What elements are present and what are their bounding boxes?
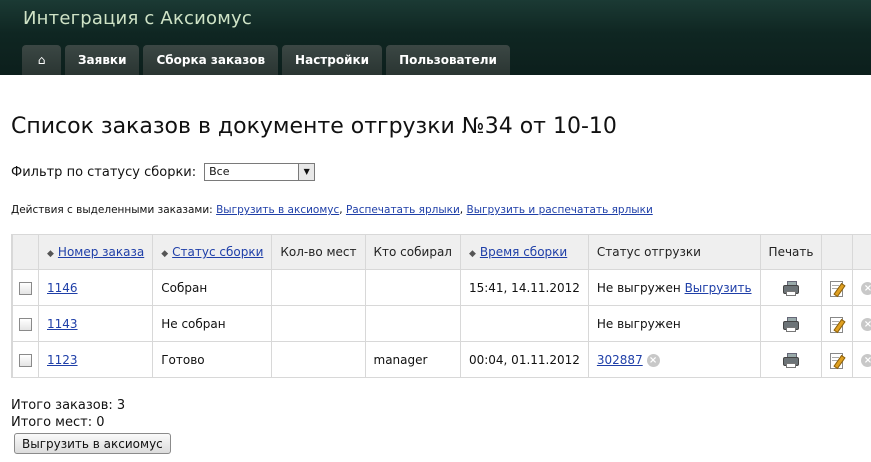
build-status-cell: Не собран [152,305,273,342]
edit-icon[interactable] [830,316,847,333]
orders-table: ◆ Номер заказа ◆ Статус сборки Кол-во мест… [11,234,871,378]
bulk-actions: Действия с выделенными заказами: Выгрузи… [11,204,653,216]
totals: Итого заказов: 3 Итого мест: 0 [11,397,125,431]
table-row: 1143 Не собран Не выгружен × [11,305,871,342]
sort-arrows-icon: ◆ [161,249,169,259]
select-header [12,234,39,270]
total-orders: Итого заказов: 3 [11,398,126,413]
select-cell [12,341,39,378]
order-number-header[interactable]: ◆ Номер заказа [37,234,154,270]
nav-tab-requests[interactable]: Заявки [65,45,140,75]
order-number-link[interactable]: 1143 [47,317,78,331]
print-header: Печать [759,234,823,270]
edit-cell [821,305,854,342]
edit-cell [821,269,854,306]
build-time-cell: 15:41, 14.11.2012 [459,269,589,306]
filter-label: Фильтр по статусу сборки: [11,164,197,180]
export-row-link[interactable]: Выгрузить [685,281,752,295]
build-status-header[interactable]: ◆ Статус сборки [152,234,273,270]
build-time-cell [459,305,589,342]
delete-icon[interactable]: × [861,353,871,367]
edit-icon[interactable] [830,280,847,297]
places-cell [271,341,366,378]
build-time-cell: 00:04, 01.11.2012 [459,341,589,378]
build-status-cell: Собран [152,269,273,306]
table-row: 1146 Собран 15:41, 14.11.2012 Не выгружен В… [11,269,871,306]
ship-status-text: Не выгружен [596,316,681,331]
table-header-row: ◆ Номер заказа ◆ Статус сборки Кол-во мест… [11,234,871,270]
delete-icon[interactable]: × [861,317,871,331]
main-nav: ⌂ Заявки Сборка заказов Настройки Пользо… [22,45,510,75]
page-title: Список заказов в документе отгрузки №34 … [11,114,617,139]
filter-select[interactable]: Все ▼ [204,163,316,181]
printer-icon[interactable] [783,316,799,332]
ship-status-cell: Не выгружен Выгрузить [587,269,761,306]
edit-icon[interactable] [830,352,847,369]
home-icon: ⌂ [37,53,46,67]
places-header: Кол-во мест [271,234,366,270]
ship-doc-link[interactable]: 302887 [597,353,643,367]
select-cell [12,305,39,342]
status-filter: Фильтр по статусу сборки: Все ▼ [11,163,316,181]
app-title: Интеграция с Аксиомус [23,8,252,29]
order-number-cell: 1143 [37,305,154,342]
ship-status-cell: Не выгружен [587,305,761,342]
export-link[interactable]: Выгрузить в аксиомус [216,204,339,216]
order-number-link[interactable]: 1146 [47,281,78,295]
printer-icon[interactable] [783,280,799,296]
collector-cell: manager [364,341,461,378]
order-number-link[interactable]: 1123 [47,353,78,367]
printer-icon[interactable] [783,352,799,368]
print-cell [759,305,823,342]
export-button[interactable]: Выгрузить в аксиомус [14,433,171,454]
total-places: Итого мест: 0 [11,415,105,430]
build-time-header[interactable]: ◆ Время сборки [459,234,589,270]
top-header: Интеграция с Аксиомус ⌂ Заявки Сборка за… [0,0,871,75]
ship-status-text: Не выгружен [596,280,681,295]
places-cell [271,269,366,306]
delete-cell: × [852,269,871,306]
select-cell [12,269,39,306]
table-row: 1123 Готово manager 00:04, 01.11.2012 302887… [11,341,871,378]
chevron-down-icon[interactable]: ▼ [298,164,315,180]
nav-tab-settings[interactable]: Настройки [282,45,383,75]
ship-status-cell: 302887 × [587,341,761,378]
row-checkbox[interactable] [19,317,32,331]
build-status-cell: Готово [152,341,273,378]
collector-cell [364,269,461,306]
print-cell [759,269,823,306]
order-number-cell: 1146 [37,269,154,306]
edit-header [821,234,854,270]
delete-cell: × [852,341,871,378]
delete-header [852,234,871,270]
places-cell [271,305,366,342]
nav-tab-order-assembly[interactable]: Сборка заказов [143,45,279,75]
order-number-cell: 1123 [37,341,154,378]
filter-selected-value: Все [209,165,230,178]
row-checkbox[interactable] [19,353,32,367]
bulk-actions-label: Действия с выделенными заказами: [11,204,213,216]
ship-status-header: Статус отгрузки [587,234,761,270]
sort-arrows-icon: ◆ [468,249,476,259]
collector-cell [364,305,461,342]
export-and-print-link[interactable]: Выгрузить и распечатать ярлыки [466,204,652,216]
print-cell [759,341,823,378]
collector-header: Кто собирал [364,234,461,270]
print-labels-link[interactable]: Распечатать ярлыки [346,204,460,216]
row-checkbox[interactable] [19,281,32,295]
delete-icon[interactable]: × [861,281,871,295]
nav-tab-home[interactable]: ⌂ [22,45,61,75]
edit-cell [821,341,854,378]
nav-tab-users[interactable]: Пользователи [386,45,510,75]
close-icon[interactable]: × [646,353,660,367]
sort-arrows-icon: ◆ [47,249,54,259]
delete-cell: × [852,305,871,342]
